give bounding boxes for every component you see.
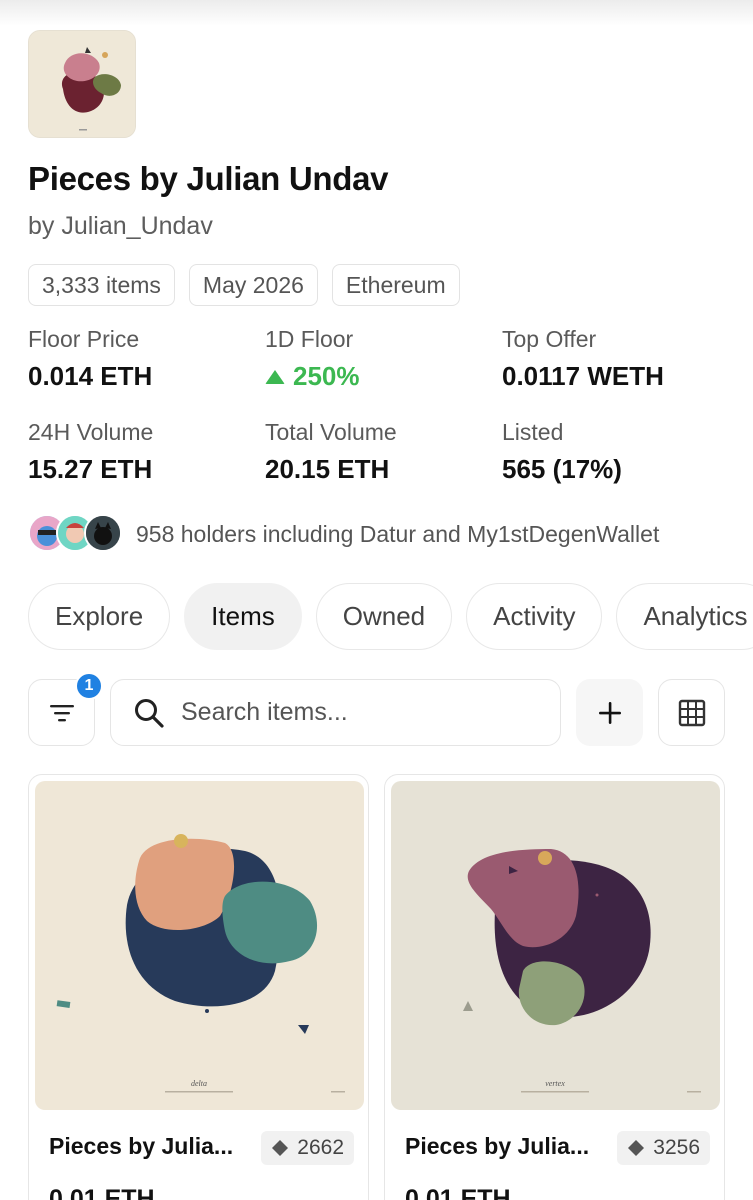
item-price: 0.01 ETH — [405, 1185, 511, 1200]
collection-logo-art — [29, 31, 135, 137]
stat-floor-price: Floor Price 0.014 ETH — [28, 326, 152, 392]
item-number-badge: 3256 — [617, 1131, 710, 1165]
stat-label: Floor Price — [28, 326, 140, 352]
items-count-chip: 3,333 items — [28, 264, 175, 306]
artwork-caption: vertex — [545, 1079, 565, 1088]
stat-24h-volume: 24H Volume 15.27 ETH — [28, 419, 153, 485]
item-card[interactable]: vertex Pieces by Julia... 3256 0.01 ETH — [384, 774, 725, 1200]
add-button[interactable] — [576, 679, 643, 746]
collection-title: Pieces by Julian Undav — [28, 160, 389, 197]
stat-value: 250% — [293, 361, 360, 391]
stat-value: 565 (17%) — [502, 454, 622, 484]
item-name: Pieces by Julia... — [405, 1133, 590, 1159]
stat-value: 0.0117 WETH — [502, 361, 664, 391]
filter-count-badge: 1 — [75, 672, 103, 700]
holders-row[interactable]: 958 holders including Datur and My1stDeg… — [28, 514, 659, 554]
holder-avatars — [28, 514, 124, 554]
grid-view-icon — [678, 699, 705, 726]
date-chip: May 2026 — [188, 264, 318, 306]
item-number-badge: 2662 — [261, 1131, 354, 1165]
tab-activity[interactable]: Activity — [466, 583, 603, 650]
item-artwork[interactable]: vertex — [391, 781, 720, 1110]
collection-chips: 3,333 items May 2026 Ethereum — [28, 264, 460, 306]
item-artwork-image: delta — [35, 781, 364, 1110]
stat-value: 0.014 ETH — [28, 361, 153, 391]
stat-value: 15.27 ETH — [28, 454, 153, 484]
tab-items[interactable]: Items — [184, 583, 302, 650]
search-bar[interactable] — [110, 679, 561, 746]
holders-text: 958 holders including Datur and My1stDeg… — [136, 520, 660, 547]
stat-value: 20.15 ETH — [265, 454, 390, 484]
stat-top-offer: Top Offer 0.0117 WETH — [502, 326, 664, 392]
collection-page: Pieces by Julian Undav by Julian_Undav 3… — [0, 0, 753, 1200]
stat-listed: Listed 565 (17%) — [502, 419, 622, 485]
grid-view-button[interactable] — [658, 679, 725, 746]
tab-explore[interactable]: Explore — [28, 583, 171, 650]
ethereum-diamond-icon — [272, 1140, 289, 1156]
item-price: 0.01 ETH — [49, 1185, 155, 1200]
chain-chip[interactable]: Ethereum — [331, 264, 460, 306]
tab-analytics[interactable]: Analytics — [616, 583, 753, 650]
item-artwork-image: vertex — [391, 781, 720, 1110]
filter-icon — [49, 704, 74, 721]
stat-label: Top Offer — [502, 326, 597, 352]
item-number: 2662 — [297, 1136, 344, 1159]
stat-label: Total Volume — [265, 419, 397, 445]
stat-label: 24H Volume — [28, 419, 154, 445]
plus-icon — [598, 701, 621, 724]
item-name: Pieces by Julia... — [49, 1133, 234, 1159]
stat-label: 1D Floor — [265, 326, 354, 352]
item-artwork[interactable]: delta — [35, 781, 364, 1110]
creator-link[interactable]: by Julian_Undav — [28, 212, 213, 241]
item-card[interactable]: delta Pieces by Julia... 2662 0.01 ETH — [28, 774, 369, 1200]
stat-total-volume: Total Volume 20.15 ETH — [265, 419, 397, 485]
top-fade — [0, 0, 753, 26]
artwork-caption: delta — [191, 1079, 207, 1088]
triangle-up-icon — [265, 369, 285, 384]
collection-logo[interactable] — [28, 30, 136, 138]
stat-1d-floor: 1D Floor 250% — [265, 326, 360, 392]
avatar — [84, 514, 122, 552]
stat-value-change: 250% — [265, 361, 360, 392]
item-number: 3256 — [653, 1136, 700, 1159]
ethereum-diamond-icon — [628, 1140, 645, 1156]
search-input[interactable] — [181, 698, 541, 727]
collection-tabs: Explore Items Owned Activity Analytics — [28, 583, 753, 650]
tab-owned[interactable]: Owned — [315, 583, 453, 650]
search-icon — [135, 698, 164, 728]
stat-label: Listed — [502, 419, 564, 445]
